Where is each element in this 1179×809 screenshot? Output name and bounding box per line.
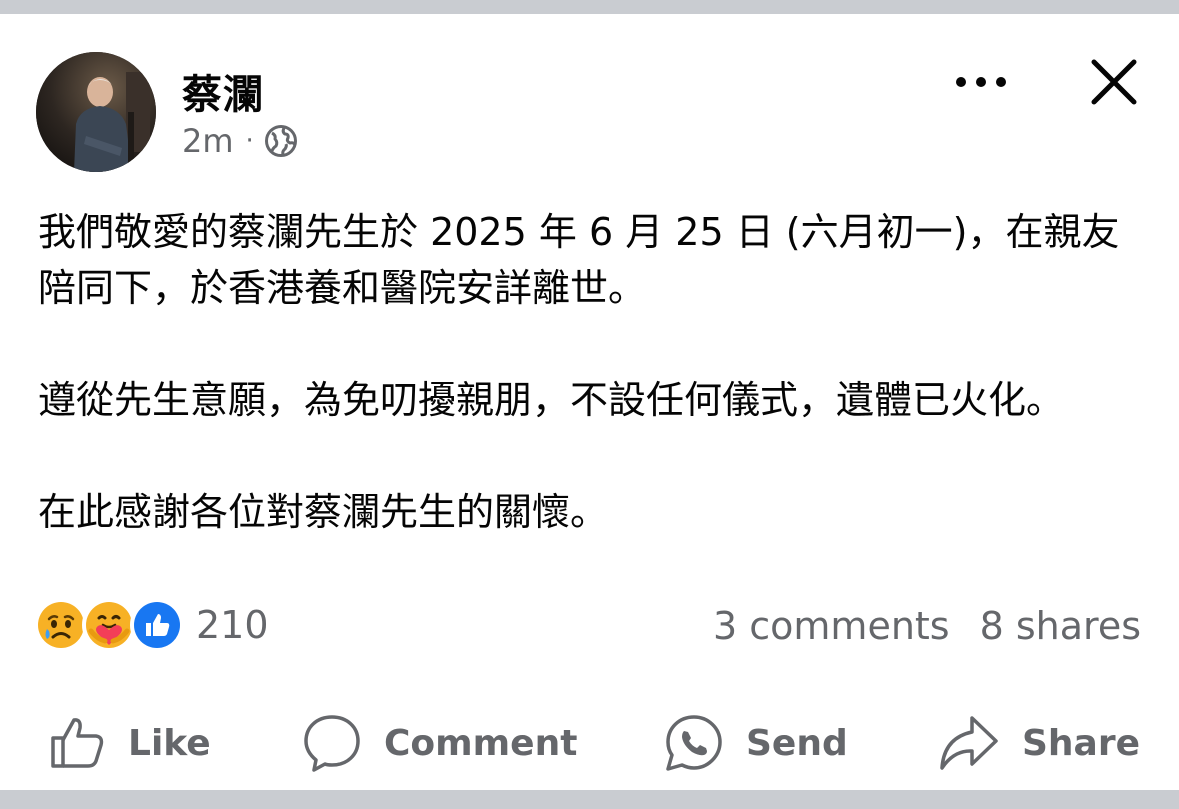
comments-count-link[interactable]: 3 comments (713, 604, 950, 648)
like-button[interactable]: Like (48, 708, 211, 778)
send-label: Send (746, 722, 848, 764)
close-button[interactable] (1084, 52, 1144, 112)
post-paragraph: 我們敬愛的蔡瀾先生於 2025 年 6 月 25 日 (六月初一)，在親友陪同下… (38, 210, 1120, 310)
avatar-photo (36, 52, 156, 172)
post-body: 我們敬愛的蔡瀾先生於 2025 年 6 月 25 日 (六月初一)，在親友陪同下… (38, 204, 1148, 540)
thumbs-up-icon (51, 718, 104, 768)
comment-button[interactable]: Comment (302, 708, 577, 778)
care-reaction-icon (82, 598, 136, 652)
post-meta: 2m · (182, 122, 298, 160)
post-paragraph: 遵從先生意願，為免叨擾親朋，不設任何儀式，遺體已火化。 (38, 378, 1065, 422)
action-bar: Like Comment Send Share (0, 708, 1179, 778)
close-icon (1091, 59, 1137, 105)
sad-reaction-icon (34, 598, 88, 652)
globe-icon (264, 125, 297, 157)
comment-icon (304, 715, 360, 772)
share-button[interactable]: Share (938, 708, 1140, 778)
shares-count-link[interactable]: 8 shares (980, 604, 1141, 648)
reactions-summary[interactable]: 210 (34, 598, 269, 652)
comment-label: Comment (384, 722, 578, 764)
reaction-icons (34, 598, 184, 652)
engagement-counts: 3 comments 8 shares (713, 604, 1141, 648)
like-label: Like (128, 722, 211, 764)
author-avatar[interactable] (36, 52, 156, 172)
whatsapp-icon (666, 715, 722, 771)
share-arrow-icon (940, 716, 998, 770)
like-reaction-icon (130, 598, 184, 652)
meta-separator: · (245, 126, 254, 156)
reaction-count: 210 (196, 603, 269, 647)
post-card: 蔡瀾 2m · 我們敬愛的蔡瀾先生於 2025 年 6 月 25 日 (六月初一… (0, 14, 1179, 790)
post-paragraph: 在此感謝各位對蔡瀾先生的關懷。 (38, 490, 609, 534)
post-timestamp[interactable]: 2m (182, 122, 234, 160)
share-label: Share (1022, 722, 1141, 764)
more-options-icon (956, 77, 1006, 87)
more-options-button[interactable] (950, 64, 1012, 100)
send-button[interactable]: Send (664, 708, 848, 778)
author-name[interactable]: 蔡瀾 (182, 62, 264, 120)
